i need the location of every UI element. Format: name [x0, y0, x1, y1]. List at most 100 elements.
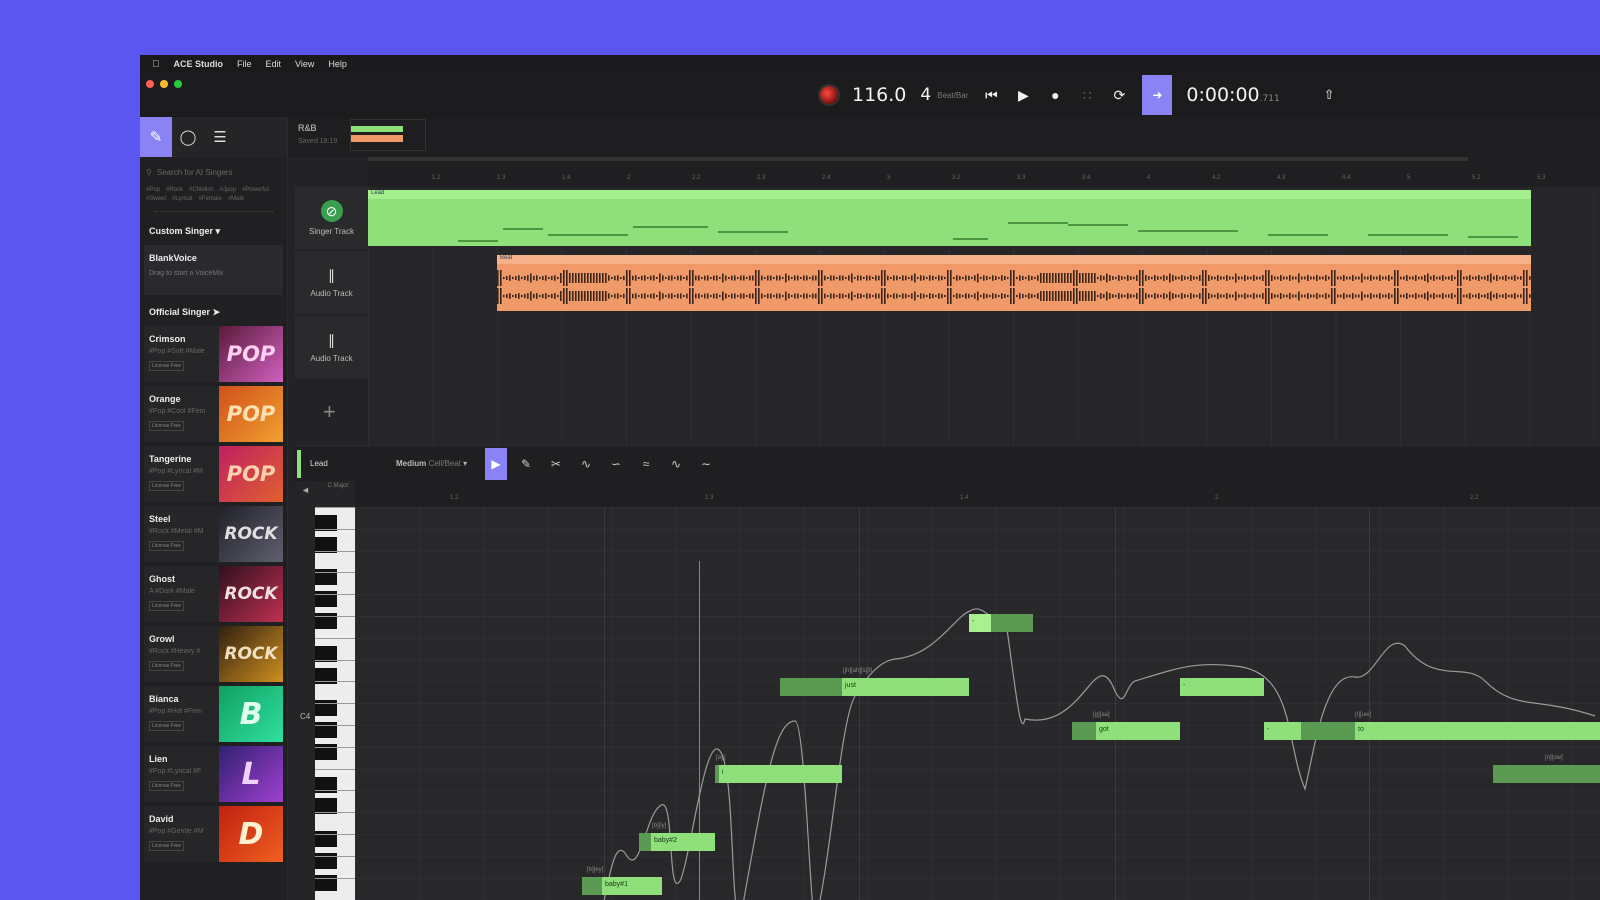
vibrato-tool-icon[interactable]: ≈ [635, 448, 657, 480]
tag-filter[interactable]: #Jpop [220, 187, 236, 193]
select-tool-icon[interactable]: ▶ [485, 448, 507, 480]
zoom-window-button[interactable] [174, 80, 182, 88]
waveform-bar [950, 270, 952, 286]
note[interactable]: i [719, 765, 842, 783]
waveform-bar [1265, 288, 1267, 304]
play-icon[interactable]: ▶ [1014, 87, 1032, 104]
pitch-draw-tool-icon[interactable]: ∽ [605, 448, 627, 480]
waveform-bar [671, 275, 673, 281]
track-header-audio-2[interactable]: ∥ Audio Track [295, 316, 368, 378]
tag-filter[interactable]: #Rock [166, 187, 183, 193]
note[interactable]: baby#1 [602, 877, 662, 895]
singer-tags: #Pop #Soft #Male [149, 348, 205, 355]
license-badge[interactable]: License Free [149, 481, 184, 491]
custom-singer-header[interactable]: Custom Singer ▾ [140, 218, 287, 245]
singer-card[interactable]: Steel #Rock #Metal #M License Free ROCK [144, 506, 283, 562]
tag-scroll-indicator[interactable] [154, 208, 273, 212]
loop-icon[interactable]: ⟳ [1110, 87, 1128, 104]
user-tab-icon[interactable]: ◯ [172, 117, 204, 157]
waveform-bar [908, 294, 910, 298]
note[interactable]: - [1180, 678, 1264, 696]
tag-filter[interactable]: #Female [198, 196, 221, 202]
menu-help[interactable]: Help [328, 59, 347, 69]
waveform-bar [875, 293, 877, 299]
search-placeholder: Search for AI Singers [156, 167, 233, 177]
edit-tools: ▶ ✎ ✂ ∿ ∽ ≈ ∿ ∼ [485, 448, 717, 480]
menu-edit[interactable]: Edit [266, 59, 282, 69]
tag-filter[interactable]: #Pop [146, 187, 160, 193]
license-badge[interactable]: License Free [149, 601, 184, 611]
record-icon[interactable]: ● [1046, 87, 1064, 103]
official-singer-header[interactable]: Official Singer ➤ [140, 299, 287, 326]
note[interactable]: to [1355, 722, 1600, 740]
lead-vocal-clip[interactable]: Lead [368, 190, 1531, 250]
singer-card[interactable]: Lien #Pop #Lyrical #F License Free L [144, 746, 283, 802]
tempo-display[interactable]: 116.0 [852, 84, 906, 106]
waveform-bar [884, 288, 886, 304]
wave-tool-icon[interactable]: ∿ [665, 448, 687, 480]
waveform-bar [1199, 293, 1201, 299]
license-badge[interactable]: License Free [149, 361, 184, 371]
license-badge[interactable]: License Free [149, 661, 184, 671]
record-level-knob[interactable] [820, 86, 838, 104]
waveform-bar [893, 275, 895, 281]
singer-card[interactable]: David #Pop #Gentle #M License Free D [144, 806, 283, 862]
menu-file[interactable]: File [237, 59, 252, 69]
singer-card[interactable]: Tangerine #Pop #Lyrical #M License Free POP [144, 446, 283, 502]
blankvoice-card[interactable]: BlankVoice Drag to start a VoiceMix [144, 245, 283, 295]
tag-filter[interactable]: #Sweet [146, 196, 166, 202]
license-badge[interactable]: License Free [149, 421, 184, 431]
menu-app-name[interactable]: ACE Studio [174, 59, 224, 69]
skip-to-start-icon[interactable]: ⏮ [982, 87, 1000, 104]
metronome-toggle-icon[interactable]: ➜ [1142, 75, 1173, 115]
arrangement-scrollbar[interactable] [368, 157, 1468, 161]
editor-track-name[interactable]: Lead [310, 459, 328, 468]
tag-filter[interactable]: #Male [228, 196, 244, 202]
waveform-bar [677, 275, 679, 281]
license-badge[interactable]: License Free [149, 841, 184, 851]
pitch-curve-tool-icon[interactable]: ∿ [575, 448, 597, 480]
tag-filter[interactable]: #Powerful [242, 187, 269, 193]
smooth-tool-icon[interactable]: ∼ [695, 448, 717, 480]
apple-icon[interactable]:  [152, 59, 160, 70]
singer-card[interactable]: Crimson #Pop #Soft #Male License Free POP [144, 326, 283, 382]
waveform-bar [1262, 293, 1264, 299]
singer-search-tab-icon[interactable]: ✎ [140, 117, 172, 157]
note[interactable]: - [1264, 722, 1301, 740]
waveform-bar [764, 276, 766, 280]
license-badge[interactable]: License Free [149, 541, 184, 551]
singer-card[interactable]: Orange #Pop #Cool #Fem License Free POP [144, 386, 283, 442]
beats-per-bar[interactable]: 4 [920, 85, 931, 105]
project-name[interactable]: R&B [298, 123, 317, 133]
license-badge[interactable]: License Free [149, 721, 184, 731]
close-window-button[interactable] [146, 80, 154, 88]
singer-search-input[interactable]: ⚲ Search for AI Singers [146, 163, 281, 181]
tag-filter[interactable]: #Childish [189, 187, 214, 193]
track-header-singer[interactable]: ⊘ Singer Track [295, 187, 368, 249]
waveform-bar [608, 275, 610, 281]
minimize-window-button[interactable] [160, 80, 168, 88]
track-header-audio-1[interactable]: ∥ Audio Track [295, 251, 368, 313]
note[interactable]: - [969, 614, 1033, 632]
beat-audio-clip[interactable]: Beat [497, 255, 1531, 311]
note[interactable]: got [1096, 722, 1180, 740]
waveform-bar [1388, 293, 1390, 299]
tag-filter[interactable]: #Lyrical [172, 196, 192, 202]
scissors-tool-icon[interactable]: ✂ [545, 448, 567, 480]
note[interactable]: just [842, 678, 969, 696]
arrangement-minimap[interactable] [350, 119, 426, 151]
menu-view[interactable]: View [295, 59, 314, 69]
settings-tab-icon[interactable]: ☰ [204, 117, 236, 157]
singer-card[interactable]: Ghost A #Dark #Male License Free ROCK [144, 566, 283, 622]
singer-card[interactable]: Growl #Rock #Heavy # License Free ROCK [144, 626, 283, 682]
license-badge[interactable]: License Free [149, 781, 184, 791]
add-track-icon[interactable]: + [323, 399, 336, 425]
grid-snap-icon[interactable]: ∷ [1078, 87, 1096, 104]
note[interactable]: baby#2 [651, 833, 715, 851]
arrangement-ruler[interactable]: 1.2 1.3 1.4 2 2.2 2.3 2.4 3 3.2 3.3 3.4 4 4.2 4.3 4.4 5… [368, 157, 1600, 187]
grid-size-select[interactable]: Medium Cell/Beat ▾ [396, 459, 467, 468]
export-icon[interactable]: ⇧ [1324, 87, 1335, 103]
pencil-tool-icon[interactable]: ✎ [515, 448, 537, 480]
singer-card[interactable]: Bianca #Pop #Hot #Fem License Free B [144, 686, 283, 742]
waveform-bar [554, 275, 556, 281]
